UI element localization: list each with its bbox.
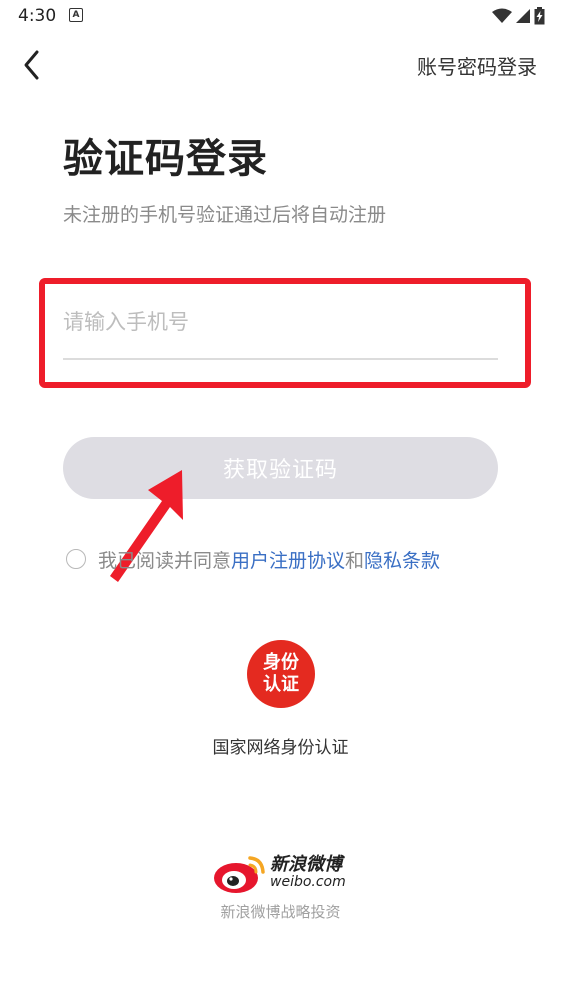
status-bar: 4:30 A	[0, 0, 561, 32]
wifi-icon	[492, 8, 512, 23]
account-password-login-link[interactable]: 账号密码登录	[417, 51, 537, 80]
signal-icon	[516, 9, 530, 23]
agreement-prefix: 我已阅读并同意	[98, 549, 232, 572]
identity-badge-line2: 认证	[263, 674, 299, 695]
identity-badge-line1: 身份	[263, 652, 299, 673]
page-title: 验证码登录	[63, 136, 268, 182]
privacy-link[interactable]: 隐私条款	[364, 546, 440, 573]
agreement-row: 我已阅读并同意 用户注册协议 和 隐私条款	[66, 545, 440, 573]
identity-badge-icon[interactable]: 身份 认证	[247, 640, 315, 708]
highlight-box	[39, 278, 531, 388]
page-subtitle: 未注册的手机号验证通过后将自动注册	[63, 204, 387, 226]
weibo-brand-cn: 新浪微博	[270, 854, 342, 875]
status-time: 4:30	[18, 6, 57, 26]
notification-icon: A	[69, 8, 83, 22]
chevron-left-icon[interactable]	[18, 48, 46, 82]
weibo-eye-icon	[214, 856, 265, 893]
weibo-brand-en: weibo.com	[270, 874, 346, 890]
agreement-checkbox[interactable]	[66, 549, 86, 569]
weibo-logo: 新浪微博 weibo.com	[212, 850, 352, 896]
weibo-investment-label: 新浪微博战略投资	[220, 903, 341, 921]
battery-charging-icon	[534, 7, 545, 25]
status-icons	[492, 6, 545, 26]
user-agreement-link[interactable]: 用户注册协议	[231, 546, 345, 573]
agreement-and: 和	[345, 549, 365, 572]
identity-label[interactable]: 国家网络身份认证	[0, 733, 561, 758]
